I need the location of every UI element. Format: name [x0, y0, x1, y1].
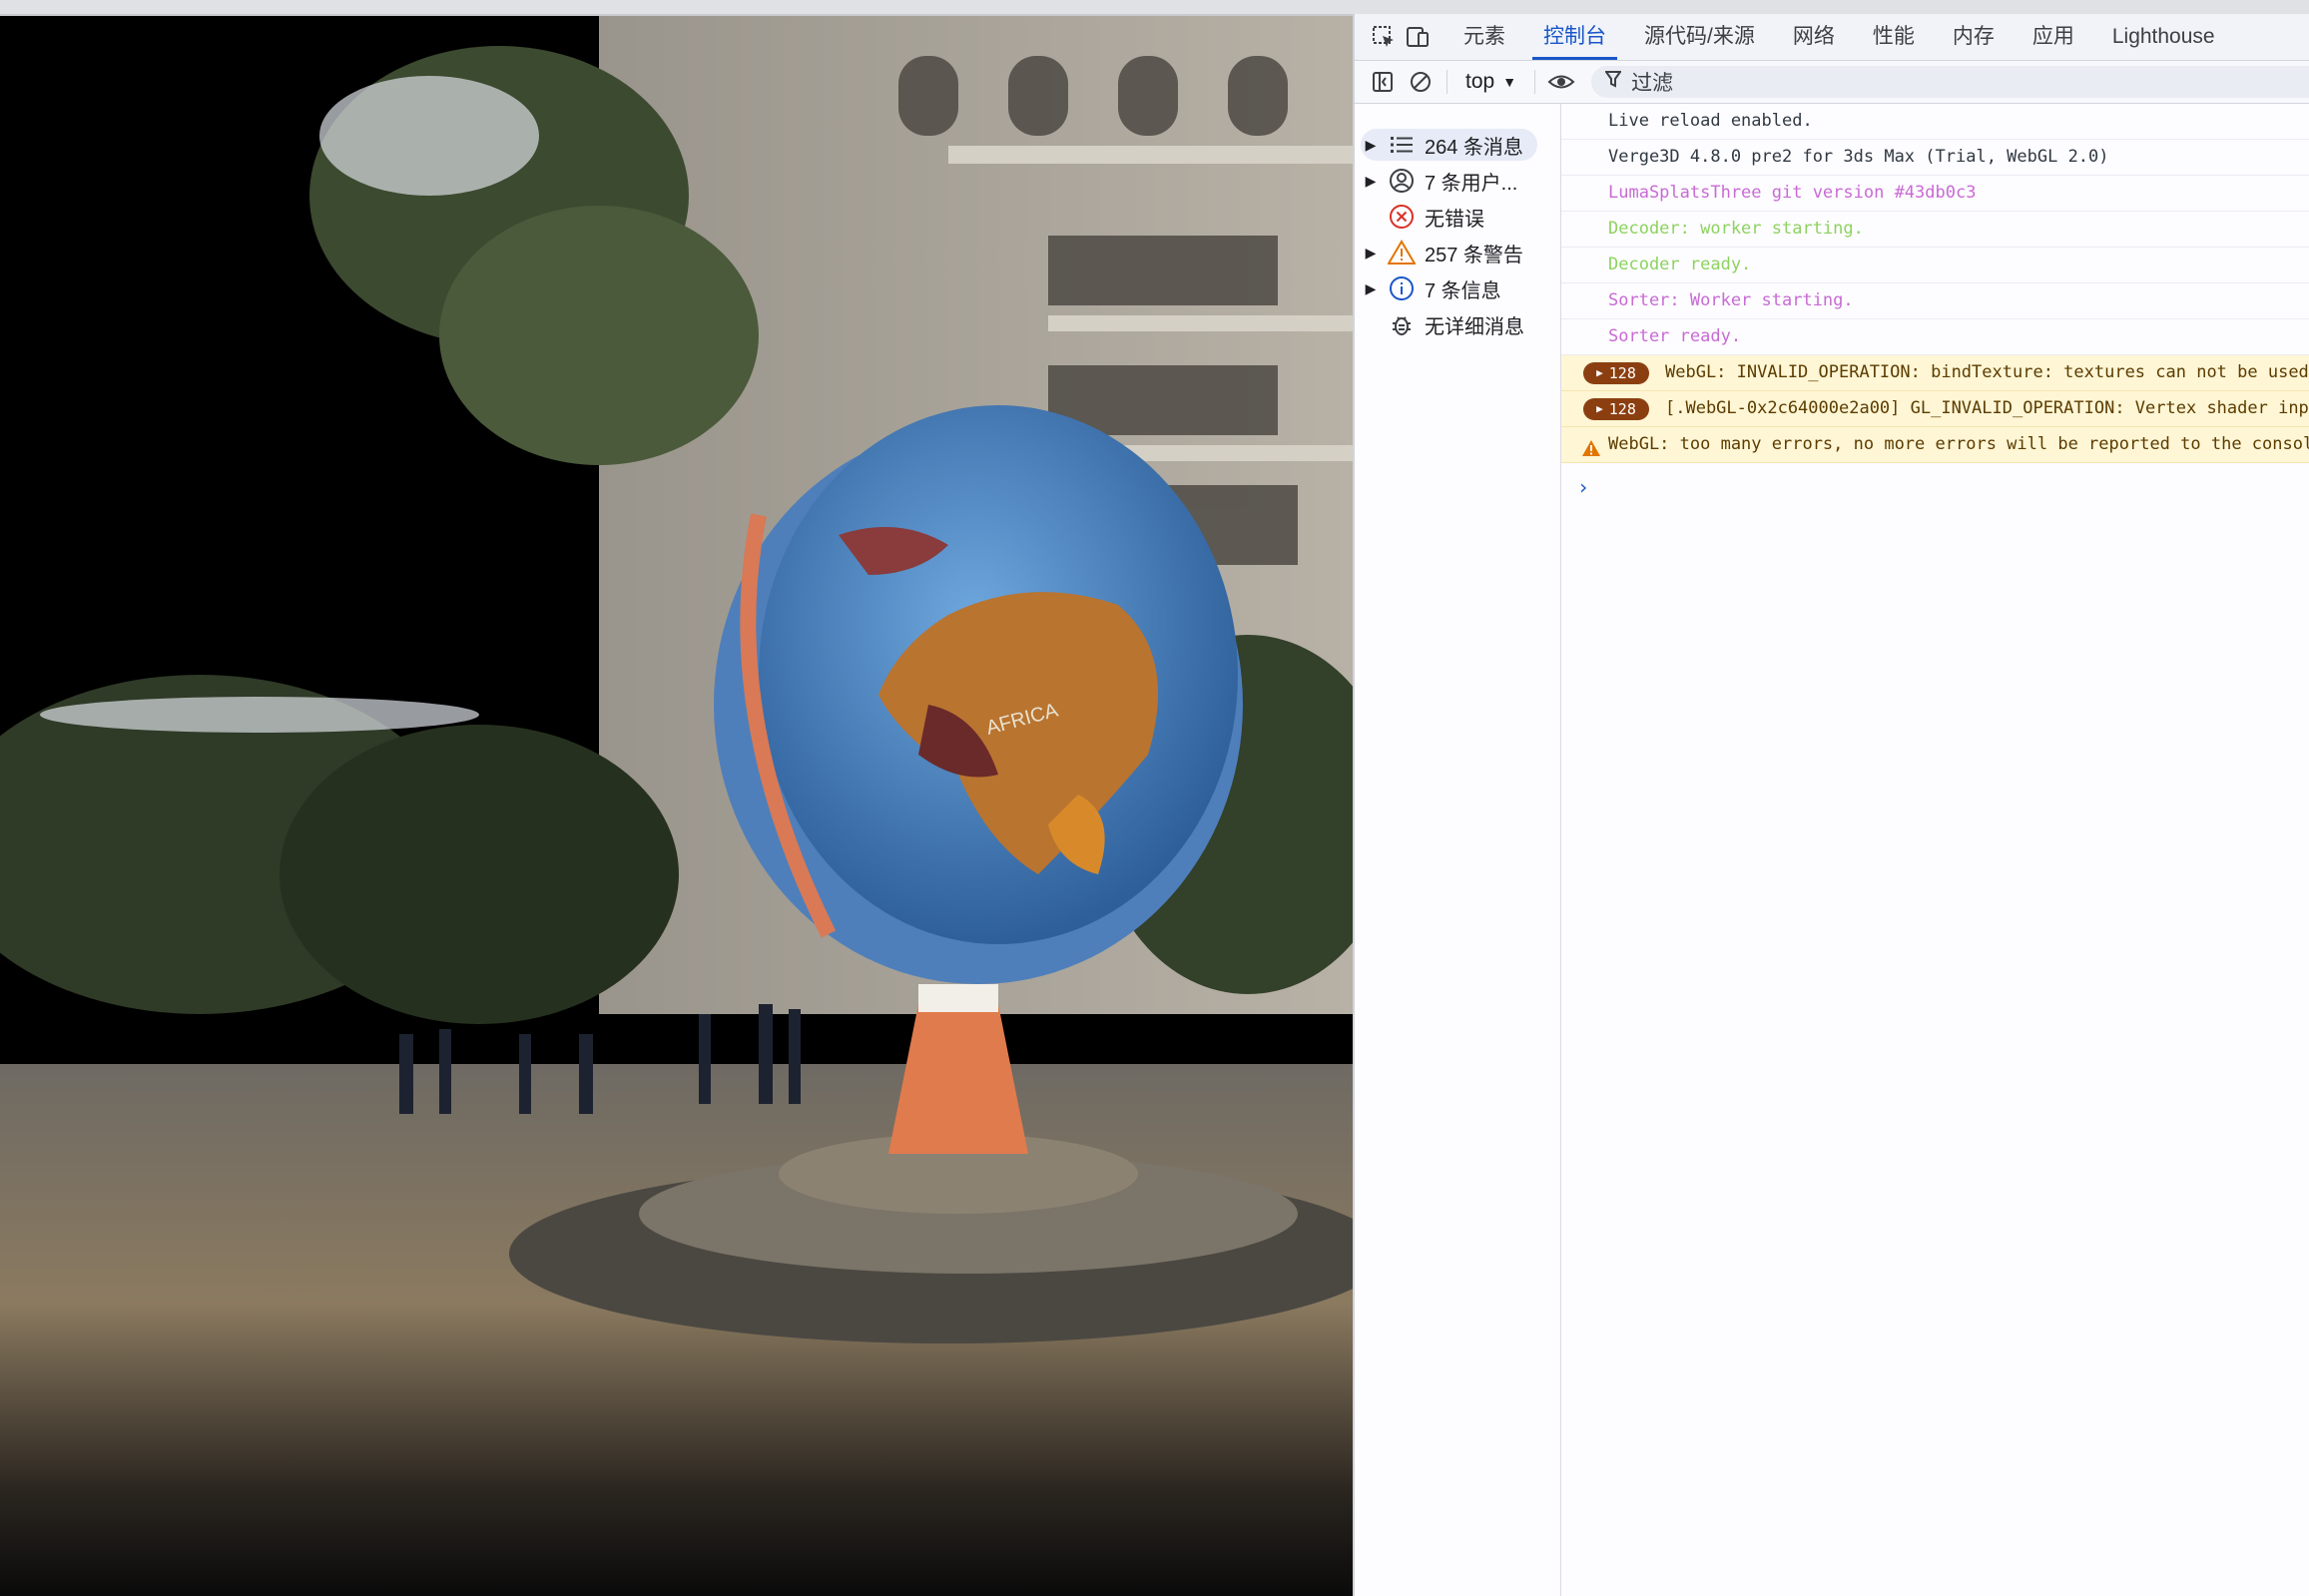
console-line[interactable]: Sorter: Worker starting.: [1561, 283, 2309, 319]
console-warning-line[interactable]: ▶ 128 [.WebGL-0x2c64000e2a00] GL_INVALID…: [1561, 391, 2309, 427]
expand-arrow-icon[interactable]: ▶: [1361, 280, 1381, 297]
sidebar-item-messages[interactable]: ▶ 264 条消息: [1361, 129, 1537, 161]
console-line[interactable]: Decoder: worker starting.: [1561, 212, 2309, 248]
context-selector[interactable]: top ▼: [1457, 70, 1524, 94]
console-line[interactable]: LumaSplatsThree git version #43db0c3: [1561, 176, 2309, 212]
expand-arrow-icon: ▶: [1596, 402, 1603, 415]
sidebar-item-user-messages[interactable]: ▶ 7 条用户...: [1361, 165, 1517, 197]
error-icon: [1387, 202, 1417, 232]
sidebar-item-label: 264 条消息: [1425, 136, 1523, 159]
filter-icon: [1604, 70, 1623, 94]
tab-lighthouse[interactable]: Lighthouse: [2093, 14, 2234, 60]
device-toolbar-icon[interactable]: [1403, 22, 1433, 52]
toolbar-divider: [1534, 70, 1536, 94]
chevron-down-icon: ▼: [1502, 74, 1517, 90]
tab-application[interactable]: 应用: [2014, 14, 2093, 60]
warning-icon: [1387, 238, 1417, 267]
tab-memory[interactable]: 内存: [1934, 14, 2014, 60]
tab-performance[interactable]: 性能: [1854, 14, 1934, 60]
sidebar-item-label: 无错误: [1425, 208, 1484, 231]
sidebar-toggle-icon[interactable]: [1367, 66, 1399, 98]
repeat-count-badge[interactable]: ▶ 128: [1583, 398, 1649, 420]
info-icon: [1387, 273, 1417, 303]
devtools-panel: 元素 控制台 源代码/来源 网络 性能 内存 应用 Lighthouse top…: [1353, 14, 2309, 1596]
sidebar-item-info[interactable]: ▶ 7 条信息: [1361, 272, 1501, 304]
console-line[interactable]: Verge3D 4.8.0 pre2 for 3ds Max (Trial, W…: [1561, 140, 2309, 176]
sidebar-item-label: 7 条用户...: [1425, 172, 1518, 195]
tab-sources[interactable]: 源代码/来源: [1625, 14, 1774, 60]
toolbar-divider: [1446, 70, 1447, 94]
sidebar-item-label: 无详细消息: [1425, 315, 1524, 338]
expand-arrow-icon: ▶: [1596, 366, 1603, 379]
sidebar-item-errors[interactable]: 无错误: [1361, 201, 1484, 233]
list-icon: [1387, 130, 1417, 160]
sidebar-item-verbose[interactable]: 无详细消息: [1361, 308, 1524, 340]
tab-elements[interactable]: 元素: [1444, 14, 1524, 60]
clear-console-icon[interactable]: [1405, 66, 1437, 98]
repeat-count-badge[interactable]: ▶ 128: [1583, 362, 1649, 384]
bug-icon: [1387, 309, 1417, 339]
filter-input[interactable]: 过滤: [1591, 66, 2309, 98]
sidebar-item-label: 7 条信息: [1425, 279, 1501, 302]
tab-network[interactable]: 网络: [1774, 14, 1854, 60]
console-toolbar: top ▼ 过滤: [1355, 61, 2309, 104]
console-line[interactable]: Decoder ready.: [1561, 248, 2309, 283]
console-warning-line[interactable]: WebGL: too many errors, no more errors w…: [1561, 427, 2309, 463]
expand-arrow-icon[interactable]: ▶: [1361, 173, 1381, 190]
filter-placeholder: 过滤: [1631, 72, 1674, 95]
tab-console[interactable]: 控制台: [1524, 14, 1625, 60]
console-line[interactable]: Sorter ready.: [1561, 319, 2309, 355]
expand-arrow-icon[interactable]: ▶: [1361, 137, 1381, 154]
warning-icon: [1581, 435, 1601, 470]
console-line[interactable]: Live reload enabled.: [1561, 104, 2309, 140]
expand-arrow-icon[interactable]: ▶: [1361, 245, 1381, 262]
live-expression-eye-icon[interactable]: [1545, 66, 1577, 98]
inspect-element-icon[interactable]: [1369, 22, 1399, 52]
sidebar-item-warnings[interactable]: ▶ 257 条警告: [1361, 237, 1523, 268]
user-icon: [1387, 166, 1417, 196]
console-warning-line[interactable]: ▶ 128 WebGL: INVALID_OPERATION: bindText…: [1561, 355, 2309, 391]
webgl-viewport[interactable]: AFRICA: [0, 16, 1353, 1596]
console-output[interactable]: Live reload enabled. Verge3D 4.8.0 pre2 …: [1561, 104, 2309, 1596]
context-label: top: [1465, 70, 1495, 93]
sidebar-item-label: 257 条警告: [1425, 244, 1523, 266]
console-sidebar: ▶ 264 条消息 ▶ 7 条用户... 无错误 ▶ 257 条警告 ▶ 7 条…: [1355, 104, 1561, 1596]
devtools-tabbar: 元素 控制台 源代码/来源 网络 性能 内存 应用 Lighthouse: [1355, 14, 2309, 61]
console-prompt[interactable]: ›: [1577, 475, 1589, 499]
